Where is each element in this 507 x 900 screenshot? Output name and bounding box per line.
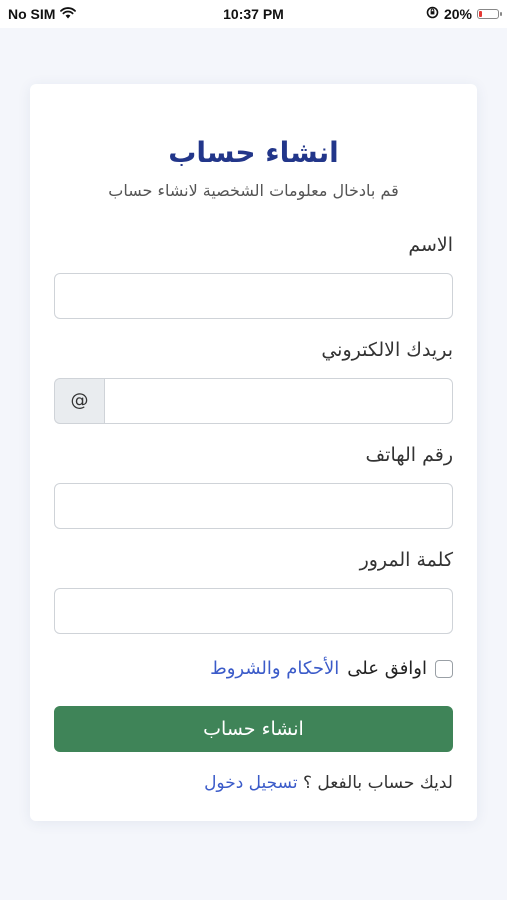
register-card: انشاء حساب قم بادخال معلومات الشخصية لان…: [30, 84, 477, 821]
battery-level: [479, 11, 483, 17]
create-account-button[interactable]: انشاء حساب: [54, 706, 453, 752]
battery-icon: [477, 9, 502, 19]
terms-prefix: اوافق على: [347, 658, 427, 679]
phone-label: رقم الهاتف: [365, 444, 453, 466]
name-input[interactable]: [54, 273, 453, 319]
login-link[interactable]: تسجيل دخول: [204, 773, 298, 793]
terms-checkbox[interactable]: [435, 659, 453, 678]
login-prompt: لديك حساب بالفعل ؟ تسجيل دخول: [204, 773, 453, 793]
page-title: انشاء حساب: [168, 136, 339, 169]
password-input[interactable]: [54, 588, 453, 634]
email-label: بريدك الالكتروني: [321, 339, 453, 361]
battery-percent: 20%: [443, 6, 472, 22]
status-bar: No SIM 10:37 PM 20%: [0, 0, 507, 28]
name-label: الاسم: [408, 234, 453, 256]
email-input-group: @: [54, 378, 453, 424]
status-right: 20%: [426, 6, 502, 22]
login-prompt-text: لديك حساب بالفعل ؟: [302, 773, 453, 793]
at-sign-icon: @: [54, 378, 104, 424]
page-subtitle: قم بادخال معلومات الشخصية لانشاء حساب: [108, 181, 399, 200]
password-label: كلمة المرور: [359, 549, 453, 571]
email-input[interactable]: [104, 378, 453, 424]
orientation-lock-icon: [426, 6, 439, 22]
terms-link[interactable]: الأحكام والشروط: [210, 658, 339, 679]
phone-input[interactable]: [54, 483, 453, 529]
terms-row: اوافق على الأحكام والشروط: [210, 658, 453, 679]
